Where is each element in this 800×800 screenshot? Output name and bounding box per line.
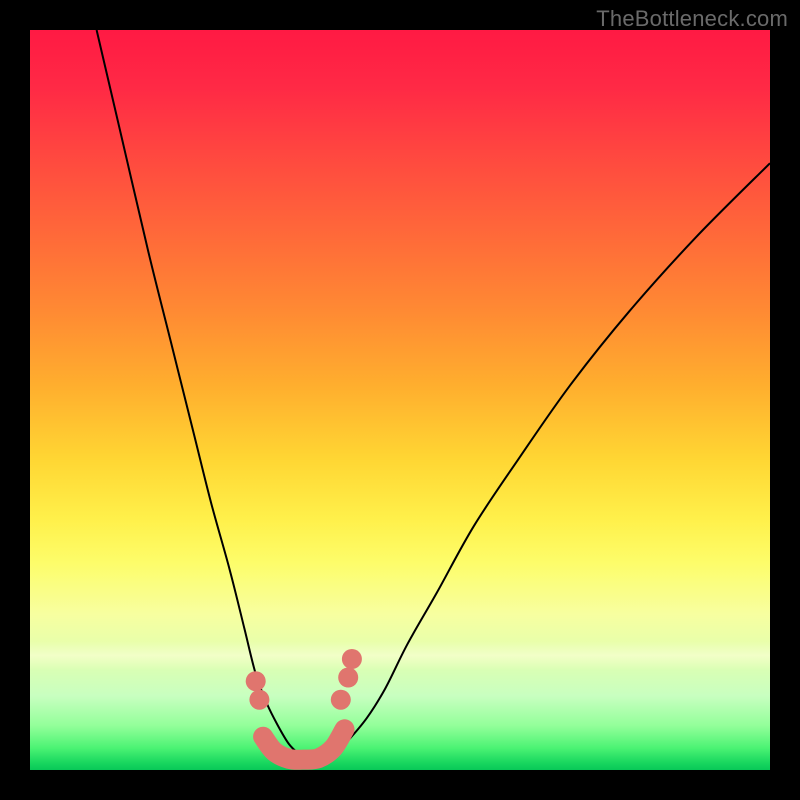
left-curve bbox=[97, 30, 301, 755]
watermark-text: TheBottleneck.com bbox=[596, 6, 788, 32]
outer-frame: TheBottleneck.com bbox=[0, 0, 800, 800]
bead bbox=[338, 668, 358, 688]
garland-path bbox=[263, 729, 344, 760]
right-curve bbox=[333, 163, 770, 755]
beads-group bbox=[246, 649, 362, 710]
bead bbox=[331, 690, 351, 710]
bead bbox=[246, 671, 266, 691]
bead bbox=[342, 649, 362, 669]
plot-area bbox=[30, 30, 770, 770]
curve-layer bbox=[30, 30, 770, 770]
bead bbox=[249, 690, 269, 710]
